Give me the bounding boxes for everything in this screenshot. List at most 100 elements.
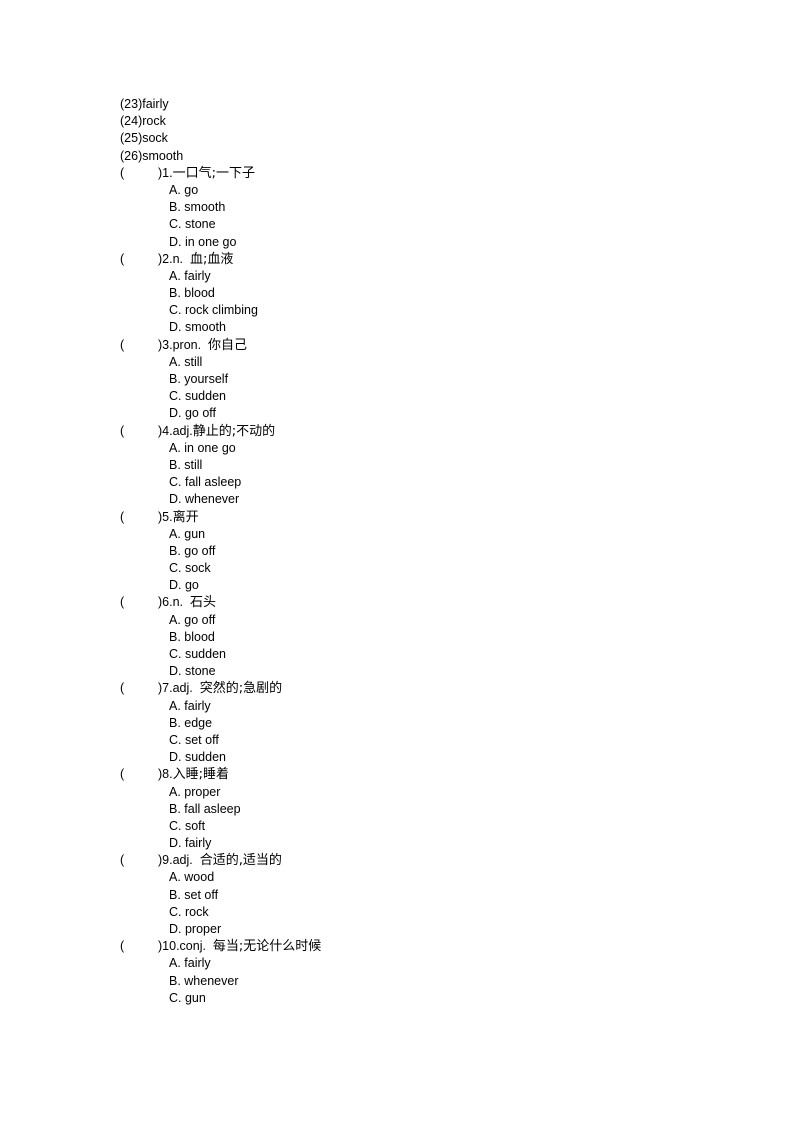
question-number: 2.n. [162,251,190,266]
question-number: 6.n. [162,595,190,610]
question-number: 1. [162,165,173,180]
question-block: ( )7.adj. 突然的;急剧的 A. fairly B. edge C. set o… [120,680,282,766]
question-prompt: 合适的,适当的 [199,853,282,869]
answer-blank-open[interactable]: ( [120,766,124,783]
answer-option: C. soft [169,818,206,833]
worksheet: (23)fairly (24)rock (25)sock (26)smooth … [120,96,321,1007]
question-prompt: 静止的;不动的 [192,423,276,439]
question-block: ( )9.adj. 合适的,适当的 A. wood B. set off C. rock… [120,852,282,938]
answer-blank-open[interactable]: ( [120,251,124,268]
answer-option: B. still [169,457,203,472]
question-block: ( )2.n. 血;血液 A. fairly B. blood C. rock clim… [120,251,258,337]
answer-blank-open[interactable]: ( [120,165,124,182]
answer-option: D. go [169,578,199,593]
question-prompt: 一口气;一下子 [172,165,255,181]
answer-option: D. whenever [169,492,240,507]
question-stem: ( )6.n. 石头 [120,594,258,611]
question-text: )2.n. 血;血液 [158,251,233,268]
answer-option: B. fall asleep [169,801,241,816]
answer-blank-open[interactable]: ( [120,680,124,697]
question-prompt: 血;血液 [189,251,234,267]
question-stem: ( )9.adj. 合适的,适当的 [120,852,282,869]
question-text: )6.n. 石头 [158,594,216,611]
question-block: ()5.离开 A. gun B. go off C. sock D. go [120,509,258,595]
question-number: 10.conj. [162,939,213,954]
answer-option: C. sudden [169,389,226,404]
question-text: )10.conj. 每当;无论什么时候 [158,938,321,955]
question-text: )5.离开 [158,509,199,526]
answer-option: B. whenever [169,973,239,988]
question-number: 9.adj. [162,853,200,868]
answer-option: A. fairly [169,268,211,283]
answer-option: C. sudden [169,647,226,661]
answer-option: A. fairly [169,956,211,971]
question-number: 8. [162,767,173,782]
question-text: )1.一口气;一下子 [158,165,255,182]
question-prompt: 离开 [172,509,199,525]
question-block: ( )4.adj.静止的;不动的 A. in one go B. still C. fa… [120,423,275,509]
question-text: )8.入睡;睡着 [158,766,229,783]
vocab-item: (26)smooth [120,148,184,163]
vocab-item: (24)rock [120,114,166,129]
answer-option: A. proper [169,784,221,799]
question-prompt: 你自己 [208,337,248,353]
answer-blank-open[interactable]: ( [120,337,124,354]
answer-option: B. yourself [169,372,229,386]
question-stem: ( )8.入睡;睡着 [120,766,258,783]
answer-option: D. smooth [169,320,226,335]
question-list: ()1.一口气;一下子 A. go B. smooth C. stone D. in o… [120,165,321,1007]
answer-option: B. go off [169,543,216,558]
question-prompt: 石头 [189,595,216,611]
answer-blank-open[interactable]: ( [120,594,124,611]
answer-option: C. rock climbing [169,303,258,318]
question-prompt: 每当;无论什么时候 [212,939,322,955]
answer-blank-open[interactable]: ( [120,423,124,440]
question-stem: ( )5.离开 [120,509,258,526]
question-text: )9.adj. 合适的,适当的 [158,852,282,869]
question-block: ()3.pron. 你自己 A. still B. yourself C. sudde… [120,337,258,423]
vocab-item: (25)sock [120,131,168,146]
answer-option: C. gun [169,990,206,1005]
question-stem: ( )10.conj. 每当;无论什么时候 [120,938,321,955]
question-prompt: 入睡;睡着 [172,767,229,783]
question-number: 4.adj. [162,423,193,438]
answer-option: C. fall asleep [169,475,242,490]
question-block: ( )8.入睡;睡着 A. proper B. fall asleep C. soft D… [120,766,258,852]
answer-option: C. set off [169,732,219,747]
answer-option: B. smooth [169,200,226,215]
question-prompt: 突然的;急剧的 [199,681,283,697]
answer-option: D. stone [169,664,216,679]
answer-option: D. fairly [169,836,212,851]
answer-option: D. proper [169,922,222,936]
question-stem: ( )2.n. 血;血液 [120,251,258,268]
question-block: ( )10.conj. 每当;无论什么时候 A. fairly B. whenever… [120,938,321,1007]
question-text: )7.adj. 突然的;急剧的 [158,680,282,697]
answer-option: A. go [169,182,199,197]
question-number: 7.adj. [162,681,200,696]
answer-option: A. go off [169,612,216,627]
question-stem: ( )1.一口气;一下子 [120,165,258,182]
answer-option: D. go off [169,406,217,421]
answer-option: B. set off [169,887,219,902]
answer-option: C. rock [169,904,209,919]
question-block: ()1.一口气;一下子 A. go B. smooth C. stone D. in o… [120,165,258,251]
answer-option: B. blood [169,286,215,301]
question-text: )4.adj.静止的;不动的 [158,423,275,440]
question-number: 3.pron. [162,337,209,352]
answer-option: A. in one go [169,440,236,455]
answer-option: B. edge [169,715,213,730]
answer-option: B. blood [169,629,215,644]
answer-option: A. wood [169,870,215,885]
answer-blank-open[interactable]: ( [120,938,124,955]
question-stem: ( )7.adj. 突然的;急剧的 [120,680,282,697]
answer-blank-open[interactable]: ( [120,509,124,526]
question-stem: ( )4.adj.静止的;不动的 [120,423,275,440]
answer-option: D. sudden [169,750,226,765]
vocab-list: (23)fairly (24)rock (25)sock (26)smooth [120,96,258,165]
answer-blank-open[interactable]: ( [120,852,124,869]
answer-option: A. still [169,354,203,369]
question-block: ( )6.n. 石头 A. go off B. blood C. sudden D. st… [120,594,258,680]
question-number: 5. [162,509,173,524]
answer-option: D. in one go [169,234,237,249]
answer-option: A. fairly [169,698,211,713]
